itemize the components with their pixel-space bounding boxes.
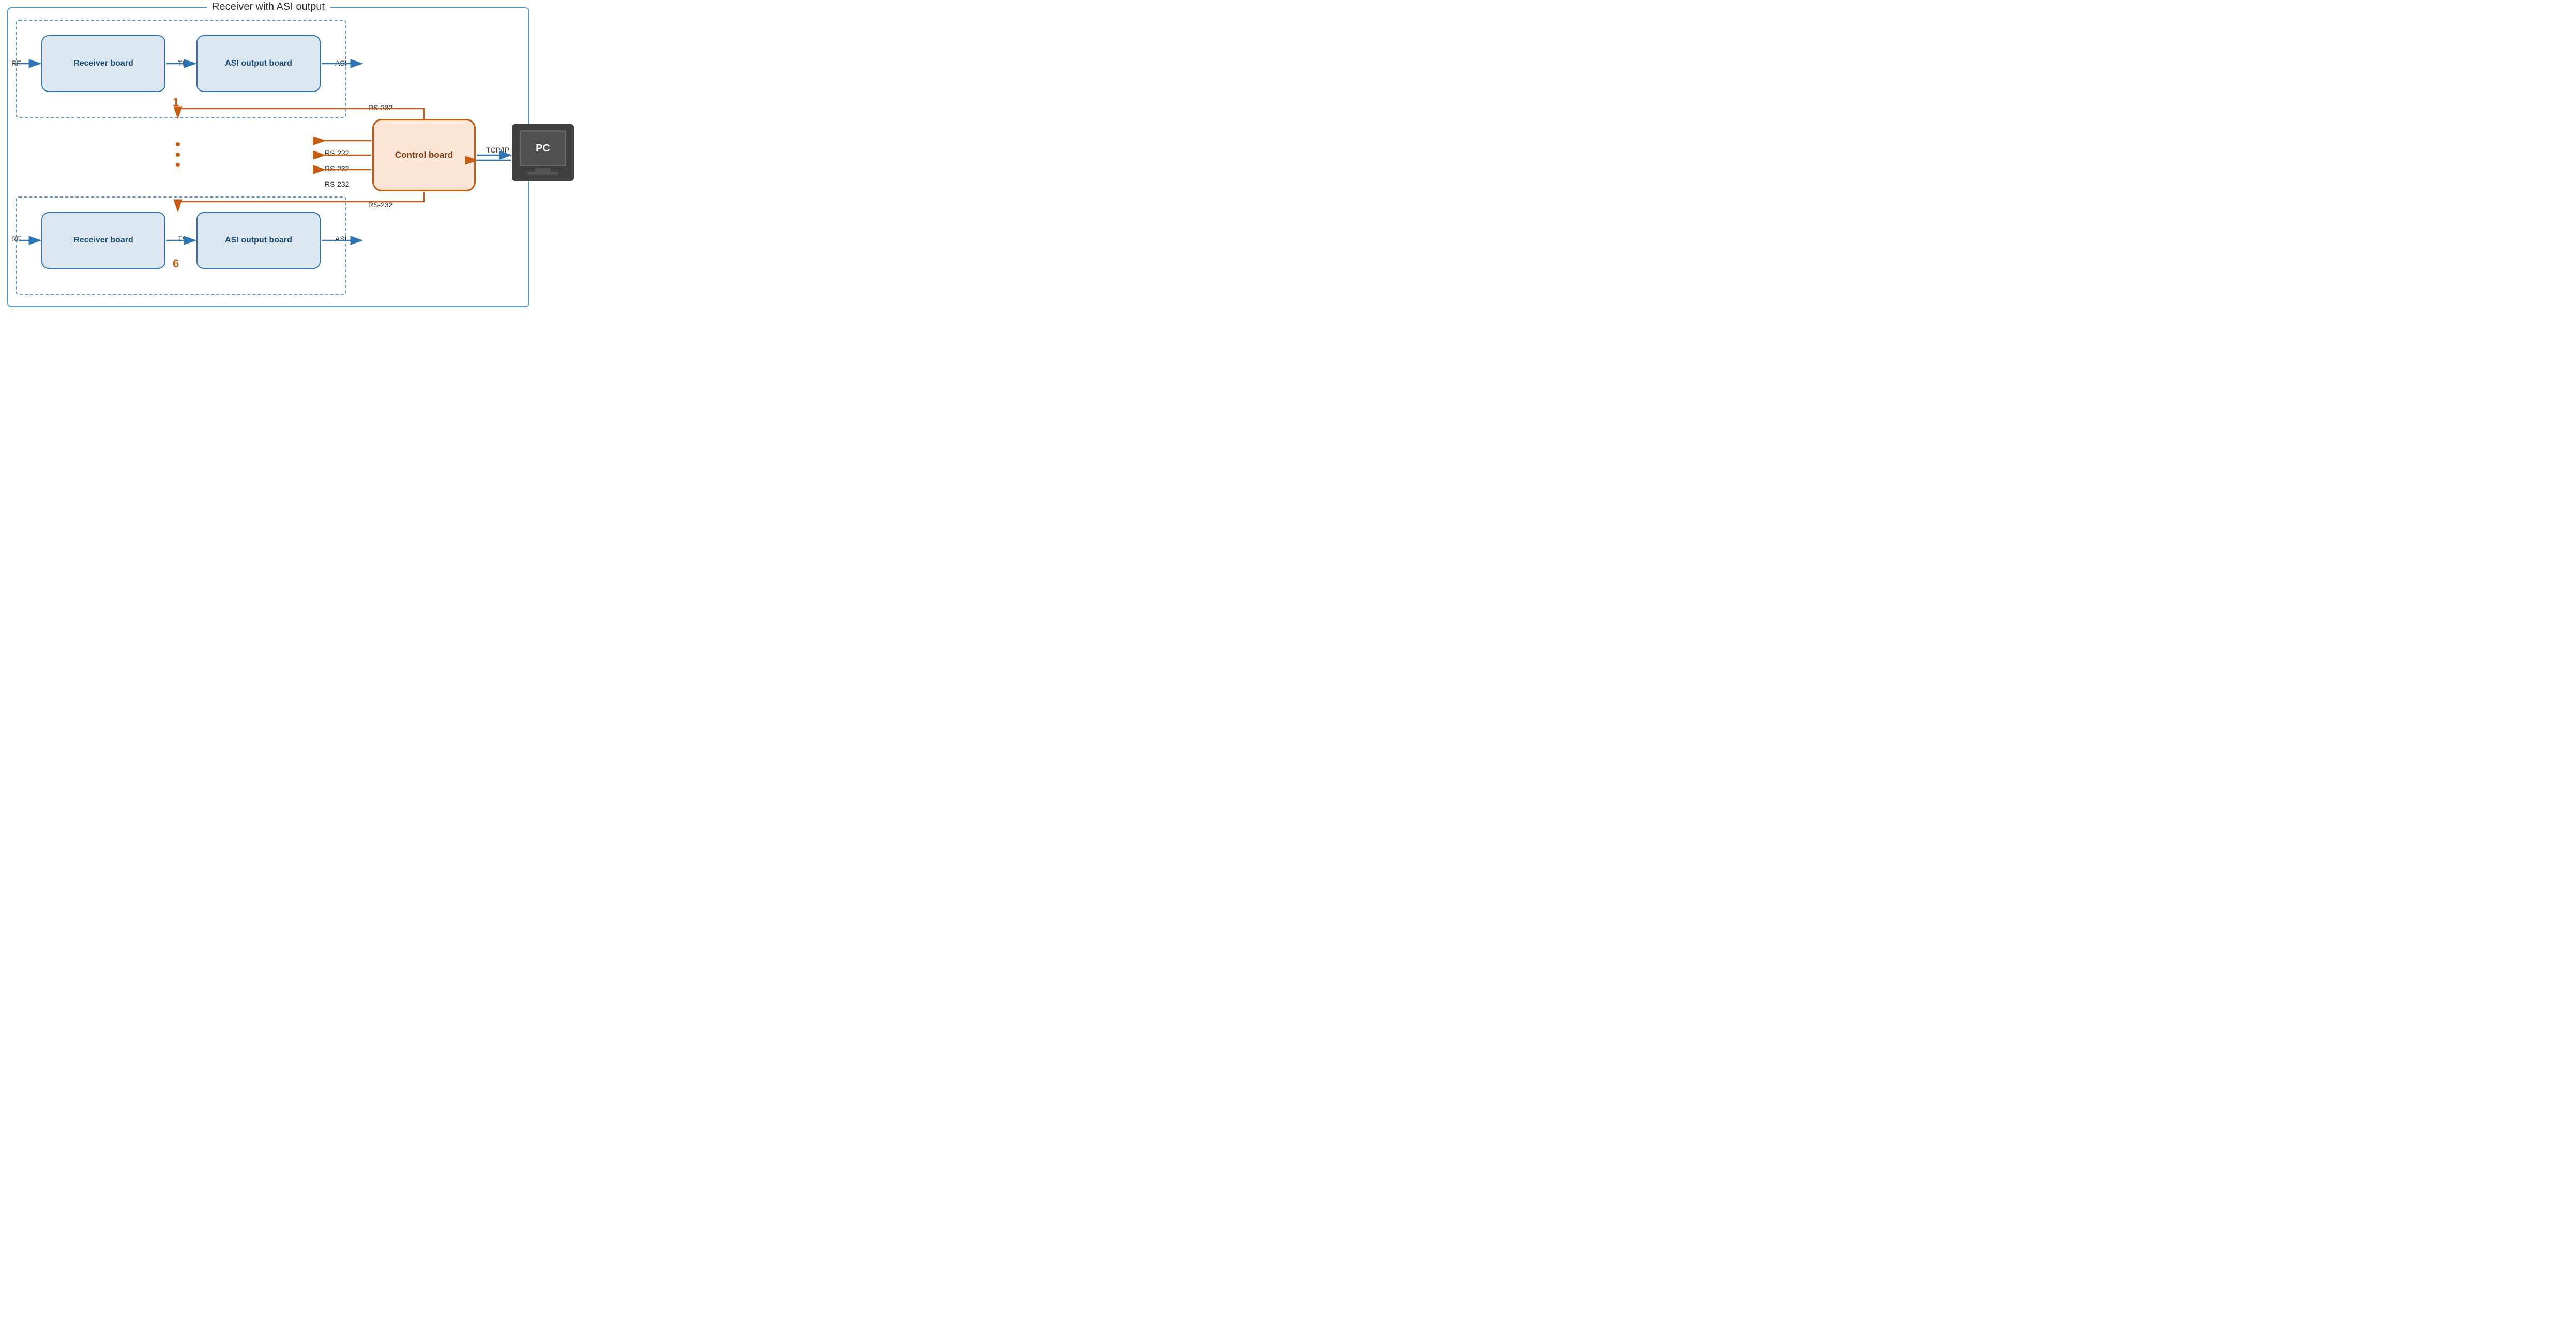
dot-3 xyxy=(176,163,180,167)
pc-screen: PC xyxy=(520,130,566,166)
receiver-board-bottom: Receiver board xyxy=(41,212,165,269)
pc-base xyxy=(527,172,558,175)
label-tcpip: TCP/IP xyxy=(486,146,509,154)
label-rf-top: RF xyxy=(11,59,21,67)
asi-board-bottom: ASI output board xyxy=(196,212,321,269)
label-rs232-3: RS-232 xyxy=(325,180,349,188)
outer-box-title: Receiver with ASI output xyxy=(207,1,330,13)
label-rs232-bottom: RS-232 xyxy=(368,201,392,209)
label-ts-bottom: TS xyxy=(178,235,187,243)
pc-label: PC xyxy=(536,143,550,155)
label-rs232-2: RS-232 xyxy=(325,164,349,173)
dot-1 xyxy=(176,142,180,146)
control-board: Control board xyxy=(372,119,476,191)
label-rs232-1: RS-232 xyxy=(325,149,349,157)
number-1: 1 xyxy=(173,96,179,109)
label-ts-top: TS xyxy=(178,59,187,67)
label-asi-bottom: ASI xyxy=(335,235,347,243)
diagram: Receiver with ASI output Receiver board … xyxy=(0,0,620,317)
dot-2 xyxy=(176,153,180,157)
pc-box: PC xyxy=(512,124,574,181)
pc-stand xyxy=(535,168,551,172)
label-asi-top: ASI xyxy=(335,59,347,67)
label-rf-bottom: RF xyxy=(11,235,21,243)
asi-board-top: ASI output board xyxy=(196,35,321,92)
number-6: 6 xyxy=(173,257,179,270)
label-rs232-top: RS-232 xyxy=(368,103,392,112)
receiver-board-top: Receiver board xyxy=(41,35,165,92)
